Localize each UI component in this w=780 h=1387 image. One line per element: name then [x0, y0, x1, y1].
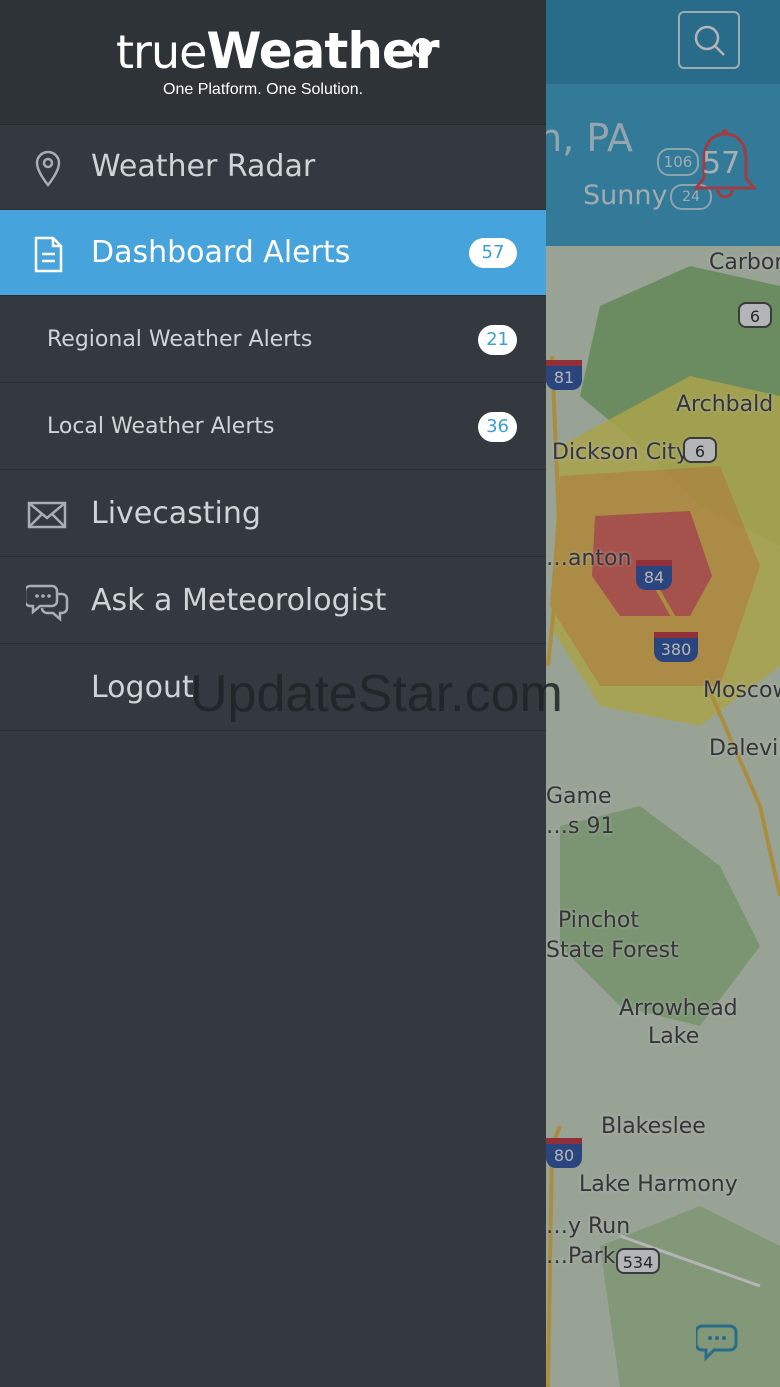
logo-degree-icon — [412, 38, 432, 58]
menu-label: Regional Weather Alerts — [47, 327, 313, 352]
menu-item-livecasting[interactable]: Livecasting — [0, 471, 546, 557]
document-icon — [34, 236, 63, 273]
logo-true: true — [116, 25, 207, 79]
alert-count-badge: 57 — [469, 238, 517, 268]
menu-label: Livecasting — [91, 496, 261, 531]
menu-label: Local Weather Alerts — [47, 414, 275, 439]
menu-item-ask-a-meteorologist[interactable]: Ask a Meteorologist — [0, 558, 546, 644]
tagline: One Platform. One Solution. — [163, 81, 364, 98]
menu-label: Logout — [91, 670, 194, 705]
mail-icon — [27, 501, 67, 529]
menu-label: Dashboard Alerts — [91, 235, 351, 270]
chat-bubbles-icon — [26, 584, 69, 622]
menu-item-dashboard-alerts[interactable]: Dashboard Alerts 57 — [0, 210, 546, 296]
drawer-header: trueWeather One Platform. One Solution. — [0, 0, 546, 125]
menu-item-regional-weather-alerts[interactable]: Regional Weather Alerts 21 — [0, 297, 546, 383]
alert-count-badge: 21 — [478, 325, 517, 355]
menu-label: Weather Radar — [91, 149, 316, 184]
menu-item-weather-radar[interactable]: Weather Radar — [0, 124, 546, 210]
alert-count-badge: 36 — [478, 412, 517, 442]
logo-weather: Weather — [206, 22, 439, 80]
location-pin-icon — [35, 150, 61, 187]
watermark: UpdateStar.com — [190, 665, 563, 723]
menu-item-local-weather-alerts[interactable]: Local Weather Alerts 36 — [0, 384, 546, 470]
menu-label: Ask a Meteorologist — [91, 583, 387, 618]
trueweather-logo: trueWeather — [116, 22, 440, 80]
